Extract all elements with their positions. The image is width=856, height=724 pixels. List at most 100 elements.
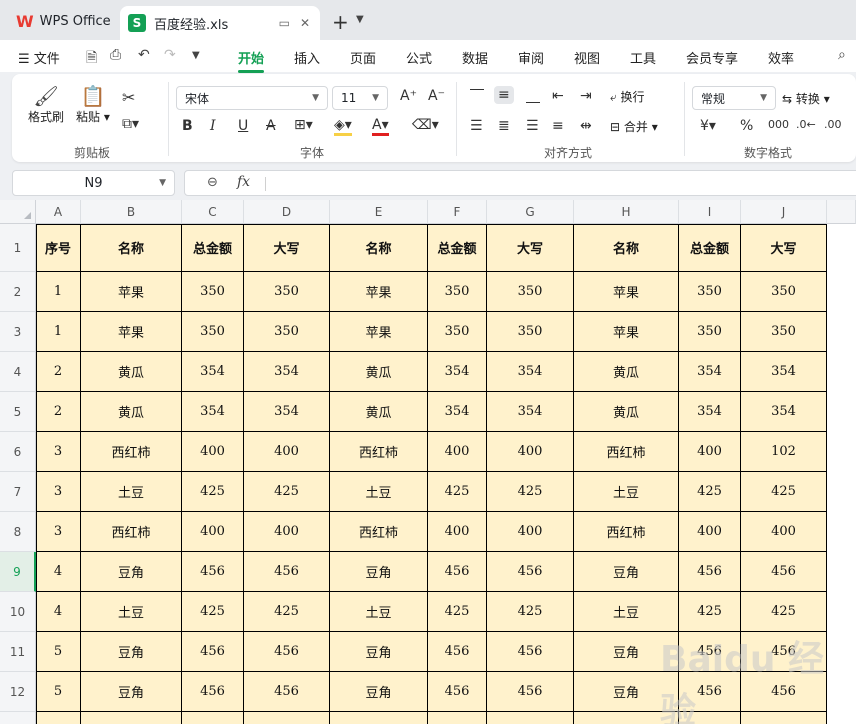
underline-icon[interactable]: U xyxy=(238,118,248,134)
bold-icon[interactable]: B xyxy=(182,118,193,134)
table-cell[interactable] xyxy=(330,712,428,724)
table-cell[interactable]: 豆角 xyxy=(574,552,679,592)
table-cell[interactable]: 425 xyxy=(182,592,244,632)
table-cell[interactable]: 苹果 xyxy=(330,272,428,312)
table-cell[interactable]: 3 xyxy=(36,432,81,472)
search-icon[interactable]: ⌕ xyxy=(838,47,846,63)
table-cell[interactable]: 425 xyxy=(679,472,741,512)
table-cell[interactable]: 400 xyxy=(679,512,741,552)
table-cell[interactable]: 西红柿 xyxy=(330,512,428,552)
table-cell[interactable]: 西红柿 xyxy=(330,432,428,472)
font-size-select[interactable]: 11 ▼ xyxy=(332,86,388,110)
row-header-11[interactable]: 11 xyxy=(0,632,36,672)
header-cell[interactable]: 大写 xyxy=(741,224,827,272)
table-cell[interactable]: 400 xyxy=(244,512,330,552)
table-cell[interactable]: 425 xyxy=(428,472,487,512)
table-cell[interactable]: 354 xyxy=(244,352,330,392)
align-center-icon[interactable]: ≣ xyxy=(498,118,510,134)
table-cell[interactable]: 425 xyxy=(487,472,574,512)
row-header-12[interactable]: 12 xyxy=(0,672,36,712)
table-cell[interactable]: 456 xyxy=(487,672,574,712)
table-cell[interactable]: 400 xyxy=(182,512,244,552)
row-header-2[interactable]: 2 xyxy=(0,272,36,312)
table-cell[interactable]: 豆角 xyxy=(81,672,182,712)
table-cell[interactable]: 425 xyxy=(741,472,827,512)
align-top-icon[interactable]: ⎺ xyxy=(470,88,484,104)
formula-input[interactable]: ⊖ fx xyxy=(184,170,856,196)
wrap-text-button[interactable]: ⤶ 换行 xyxy=(610,88,645,105)
table-cell[interactable] xyxy=(244,712,330,724)
table-cell[interactable]: 350 xyxy=(244,272,330,312)
table-cell[interactable]: 354 xyxy=(679,392,741,432)
table-cell[interactable]: 黄瓜 xyxy=(574,352,679,392)
align-middle-icon[interactable]: ≡ xyxy=(494,86,514,104)
thousands-icon[interactable]: 000 xyxy=(768,118,789,131)
table-cell[interactable]: 350 xyxy=(428,272,487,312)
table-cell[interactable]: 2 xyxy=(36,392,81,432)
table-cell[interactable]: 土豆 xyxy=(330,472,428,512)
table-cell[interactable] xyxy=(741,712,827,724)
table-cell[interactable]: 苹果 xyxy=(81,272,182,312)
font-name-select[interactable]: 宋体 ▼ xyxy=(176,86,328,110)
row-header-3[interactable]: 3 xyxy=(0,312,36,352)
table-cell[interactable]: 西红柿 xyxy=(81,432,182,472)
justify-icon[interactable]: ≡ xyxy=(552,118,564,134)
header-cell[interactable]: 名称 xyxy=(330,224,428,272)
table-cell[interactable]: 5 xyxy=(36,632,81,672)
decrease-decimal-icon[interactable]: .00 xyxy=(824,118,842,131)
table-cell[interactable]: 西红柿 xyxy=(574,432,679,472)
table-cell[interactable]: 350 xyxy=(679,312,741,352)
table-cell[interactable] xyxy=(81,712,182,724)
column-header-c[interactable]: C xyxy=(182,200,244,224)
row-header-6[interactable]: 6 xyxy=(0,432,36,472)
menu-tab-insert[interactable]: 插入 xyxy=(294,48,320,67)
chevron-down-icon[interactable]: ▼ xyxy=(356,14,364,25)
table-cell[interactable]: 354 xyxy=(741,392,827,432)
table-cell[interactable] xyxy=(574,712,679,724)
table-cell[interactable]: 2 xyxy=(36,352,81,392)
merge-button[interactable]: ⊟ 合并 ▾ xyxy=(610,118,658,135)
table-cell[interactable]: 黄瓜 xyxy=(81,352,182,392)
table-cell[interactable]: 425 xyxy=(487,592,574,632)
table-cell[interactable] xyxy=(36,712,81,724)
header-cell[interactable]: 名称 xyxy=(81,224,182,272)
table-cell[interactable]: 黄瓜 xyxy=(330,352,428,392)
menu-tab-home[interactable]: 开始 xyxy=(238,48,265,73)
table-cell[interactable]: 350 xyxy=(428,312,487,352)
row-header-5[interactable]: 5 xyxy=(0,392,36,432)
table-cell[interactable]: 456 xyxy=(741,632,827,672)
table-cell[interactable]: 土豆 xyxy=(574,592,679,632)
table-cell[interactable]: 350 xyxy=(487,272,574,312)
undo-icon[interactable]: ↶ xyxy=(138,47,150,63)
distribute-icon[interactable]: ⇹ xyxy=(580,118,592,134)
table-cell[interactable]: 400 xyxy=(487,512,574,552)
table-cell[interactable]: 1 xyxy=(36,312,81,352)
increase-decimal-icon[interactable]: .0← xyxy=(796,118,816,131)
table-cell[interactable]: 456 xyxy=(244,552,330,592)
table-cell[interactable]: 456 xyxy=(244,632,330,672)
table-cell[interactable]: 4 xyxy=(36,592,81,632)
row-header-10[interactable]: 10 xyxy=(0,592,36,632)
table-cell[interactable]: 土豆 xyxy=(81,472,182,512)
table-cell[interactable]: 350 xyxy=(741,272,827,312)
table-cell[interactable] xyxy=(182,712,244,724)
border-icon[interactable]: ⊞▾ xyxy=(294,117,313,133)
table-cell[interactable]: 456 xyxy=(182,552,244,592)
table-cell[interactable]: 456 xyxy=(428,552,487,592)
table-cell[interactable]: 苹果 xyxy=(330,312,428,352)
row-header-8[interactable]: 8 xyxy=(0,512,36,552)
table-cell[interactable]: 456 xyxy=(741,552,827,592)
increase-indent-icon[interactable]: ⇥ xyxy=(580,88,592,104)
window-icon[interactable]: ▭ xyxy=(279,16,290,30)
table-cell[interactable]: 4 xyxy=(36,552,81,592)
number-format-select[interactable]: 常规 ▼ xyxy=(692,86,776,110)
table-cell[interactable]: 350 xyxy=(679,272,741,312)
row-header-4[interactable]: 4 xyxy=(0,352,36,392)
row-header-9[interactable]: 9 xyxy=(0,552,36,592)
font-color-icon[interactable]: A▾ xyxy=(372,117,389,136)
table-cell[interactable]: 456 xyxy=(741,672,827,712)
table-cell[interactable]: 西红柿 xyxy=(574,512,679,552)
table-cell[interactable]: 豆角 xyxy=(330,632,428,672)
column-header-empty[interactable] xyxy=(827,200,856,224)
table-cell[interactable]: 456 xyxy=(679,552,741,592)
